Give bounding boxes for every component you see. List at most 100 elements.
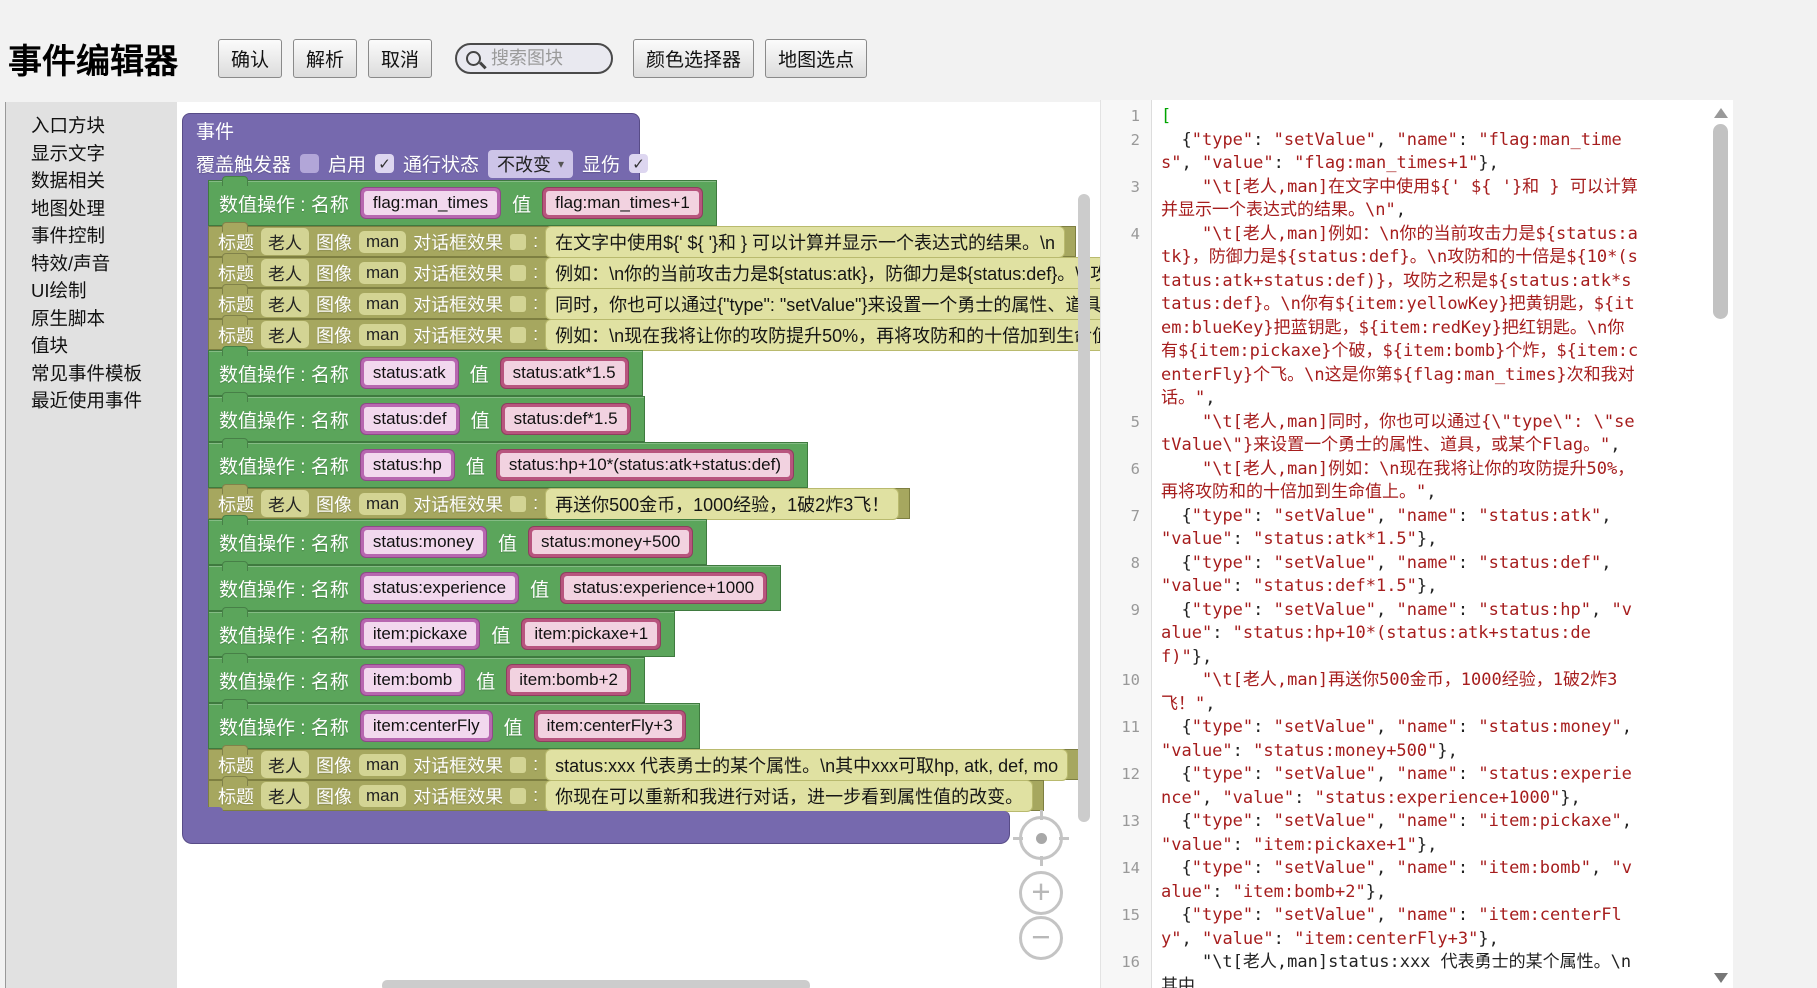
- show-text-block[interactable]: 标题老人图像man对话框效果:你现在可以重新和我进行对话，进一步看到属性值的改变…: [208, 780, 1044, 811]
- text-field[interactable]: 例如：\n你的当前攻击力是${status:atk}，防御力是${status:…: [545, 257, 1100, 289]
- npc-name-field[interactable]: 老人: [261, 751, 309, 778]
- code-scrollbar[interactable]: [1711, 100, 1731, 988]
- show-text-block[interactable]: 标题老人图像man对话框效果:同时，你也可以通过{"type": "setVal…: [208, 288, 1100, 319]
- image-name-field[interactable]: man: [359, 493, 406, 515]
- setvalue-block[interactable]: 数值操作 : 名称item:centerFly值item:centerFly+3: [208, 703, 700, 749]
- show-damage-checkbox[interactable]: [629, 154, 648, 173]
- value-field[interactable]: item:pickaxe+1: [521, 618, 661, 650]
- text-field[interactable]: 同时，你也可以通过{"type": "setValue"}来设置一个勇士的属性、…: [545, 288, 1100, 320]
- setvalue-block[interactable]: 数值操作 : 名称status:hp值status:hp+10*(status:…: [208, 442, 808, 488]
- code-scrollbar-thumb[interactable]: [1713, 124, 1728, 319]
- code-editor[interactable]: 1[2 {"type": "setValue", "name": "flag:m…: [1100, 100, 1733, 988]
- workspace-vertical-scrollbar[interactable]: [1078, 194, 1090, 822]
- dialog-effect-checkbox[interactable]: [510, 234, 526, 250]
- map-pick-button[interactable]: 地图选点: [765, 39, 867, 78]
- npc-name-field[interactable]: 老人: [261, 321, 309, 348]
- setvalue-block[interactable]: 数值操作 : 名称flag:man_times值flag:man_times+1: [208, 180, 717, 226]
- name-field[interactable]: status:atk: [360, 357, 459, 389]
- name-field[interactable]: item:bomb: [360, 664, 465, 696]
- cancel-button[interactable]: 取消: [368, 39, 432, 78]
- npc-name-field[interactable]: 老人: [261, 490, 309, 517]
- npc-name-field[interactable]: 老人: [261, 290, 309, 317]
- dialog-effect-checkbox[interactable]: [510, 496, 526, 512]
- text-field[interactable]: 你现在可以重新和我进行对话，进一步看到属性值的改变。: [545, 780, 1033, 812]
- setvalue-block[interactable]: 数值操作 : 名称status:def值status:def*1.5: [208, 396, 645, 442]
- sidebar-item-4[interactable]: 地图处理: [31, 195, 177, 223]
- sidebar-item-1[interactable]: 入口方块: [31, 112, 177, 140]
- value-field[interactable]: status:experience+1000: [560, 572, 767, 604]
- value-field[interactable]: status:def*1.5: [501, 403, 631, 435]
- npc-name-field[interactable]: 老人: [261, 259, 309, 286]
- pass-state-dropdown[interactable]: 不改变 ▾: [488, 150, 573, 178]
- sidebar-item-9[interactable]: 值块: [31, 332, 177, 360]
- name-field[interactable]: status:def: [360, 403, 460, 435]
- npc-name-field[interactable]: 老人: [261, 782, 309, 809]
- search-input[interactable]: [489, 47, 605, 70]
- value-field[interactable]: status:atk*1.5: [500, 357, 629, 389]
- show-text-block[interactable]: 标题老人图像man对话框效果:再送你500金币，1000经验，1破2炸3飞！: [208, 488, 910, 519]
- image-name-field[interactable]: man: [359, 785, 406, 807]
- color-picker-button[interactable]: 颜色选择器: [633, 39, 754, 78]
- name-field[interactable]: status:money: [360, 526, 487, 558]
- dialog-effect-checkbox[interactable]: [510, 327, 526, 343]
- code-line: 1[: [1101, 105, 1711, 129]
- dialog-effect-checkbox[interactable]: [510, 265, 526, 281]
- dialog-effect-checkbox[interactable]: [510, 757, 526, 773]
- event-block[interactable]: 事件 覆盖触发器 启用 通行状态 不改变 ▾ 显伤 数值操作 : 名称flag:…: [182, 113, 1100, 844]
- sidebar-item-2[interactable]: 显示文字: [31, 140, 177, 168]
- sidebar-item-8[interactable]: 原生脚本: [31, 305, 177, 333]
- sidebar-item-11[interactable]: 最近使用事件: [31, 387, 177, 415]
- value-field[interactable]: flag:man_times+1: [542, 187, 703, 219]
- text-field[interactable]: 例如：\n现在我将让你的攻防提升50%，再将攻防和的十倍加到生命值上。: [545, 319, 1100, 351]
- setvalue-block[interactable]: 数值操作 : 名称item:pickaxe值item:pickaxe+1: [208, 611, 675, 657]
- show-text-block[interactable]: 标题老人图像man对话框效果:在文字中使用${' ${ '}和 } 可以计算并显…: [208, 226, 1076, 257]
- zoom-reset-button[interactable]: [1019, 816, 1063, 860]
- image-name-field[interactable]: man: [359, 754, 406, 776]
- sidebar-item-7[interactable]: UI绘制: [31, 277, 177, 305]
- value-field[interactable]: item:bomb+2: [506, 664, 631, 696]
- sidebar-item-5[interactable]: 事件控制: [31, 222, 177, 250]
- name-field[interactable]: status:experience: [360, 572, 519, 604]
- image-name-field[interactable]: man: [359, 293, 406, 315]
- value-field[interactable]: status:hp+10*(status:atk+status:def): [496, 449, 794, 481]
- name-field[interactable]: item:centerFly: [360, 710, 493, 742]
- image-name-field[interactable]: man: [359, 231, 406, 253]
- sidebar-item-3[interactable]: 数据相关: [31, 167, 177, 195]
- value-field[interactable]: status:money+500: [528, 526, 693, 558]
- parse-button[interactable]: 解析: [293, 39, 357, 78]
- scroll-up-arrow-icon[interactable]: [1714, 108, 1728, 118]
- scroll-down-arrow-icon[interactable]: [1714, 973, 1728, 983]
- text-field[interactable]: 再送你500金币，1000经验，1破2炸3飞！: [545, 488, 899, 520]
- name-field[interactable]: flag:man_times: [360, 187, 501, 219]
- value-label: 值: [466, 452, 485, 479]
- blockly-workspace[interactable]: 事件 覆盖触发器 启用 通行状态 不改变 ▾ 显伤 数值操作 : 名称flag:…: [177, 102, 1100, 988]
- zoom-out-button[interactable]: −: [1019, 916, 1063, 960]
- image-name-field[interactable]: man: [359, 324, 406, 346]
- show-text-block[interactable]: 标题老人图像man对话框效果:status:xxx 代表勇士的某个属性。\n其中…: [208, 749, 1079, 780]
- setvalue-block[interactable]: 数值操作 : 名称status:atk值status:atk*1.5: [208, 350, 643, 396]
- image-name-field[interactable]: man: [359, 262, 406, 284]
- search-box[interactable]: [455, 43, 613, 74]
- sidebar-item-6[interactable]: 特效/声音: [31, 250, 177, 278]
- name-field[interactable]: item:pickaxe: [360, 618, 480, 650]
- show-text-block[interactable]: 标题老人图像man对话框效果:例如：\n你的当前攻击力是${status:atk…: [208, 257, 1100, 288]
- enable-checkbox[interactable]: [375, 154, 394, 173]
- dialog-effect-checkbox[interactable]: [510, 788, 526, 804]
- event-block-header[interactable]: 事件: [182, 113, 640, 147]
- text-field[interactable]: status:xxx 代表勇士的某个属性。\n其中xxx可取hp, atk, d…: [545, 749, 1068, 781]
- npc-name-field[interactable]: 老人: [261, 228, 309, 255]
- sidebar-item-10[interactable]: 常见事件模板: [31, 360, 177, 388]
- confirm-button[interactable]: 确认: [218, 39, 282, 78]
- line-number: 12: [1101, 763, 1151, 810]
- workspace-horizontal-scrollbar[interactable]: [382, 980, 810, 988]
- show-text-block[interactable]: 标题老人图像man对话框效果:例如：\n现在我将让你的攻防提升50%，再将攻防和…: [208, 319, 1100, 350]
- name-field[interactable]: status:hp: [360, 449, 455, 481]
- text-field[interactable]: 在文字中使用${' ${ '}和 } 可以计算并显示一个表达式的结果。\n: [545, 226, 1065, 258]
- setvalue-block[interactable]: 数值操作 : 名称item:bomb值item:bomb+2: [208, 657, 645, 703]
- setvalue-block[interactable]: 数值操作 : 名称status:experience值status:experi…: [208, 565, 781, 611]
- value-field[interactable]: item:centerFly+3: [534, 710, 686, 742]
- setvalue-block[interactable]: 数值操作 : 名称status:money值status:money+500: [208, 519, 707, 565]
- override-trigger-checkbox[interactable]: [300, 154, 319, 173]
- zoom-in-button[interactable]: +: [1019, 871, 1063, 915]
- dialog-effect-checkbox[interactable]: [510, 296, 526, 312]
